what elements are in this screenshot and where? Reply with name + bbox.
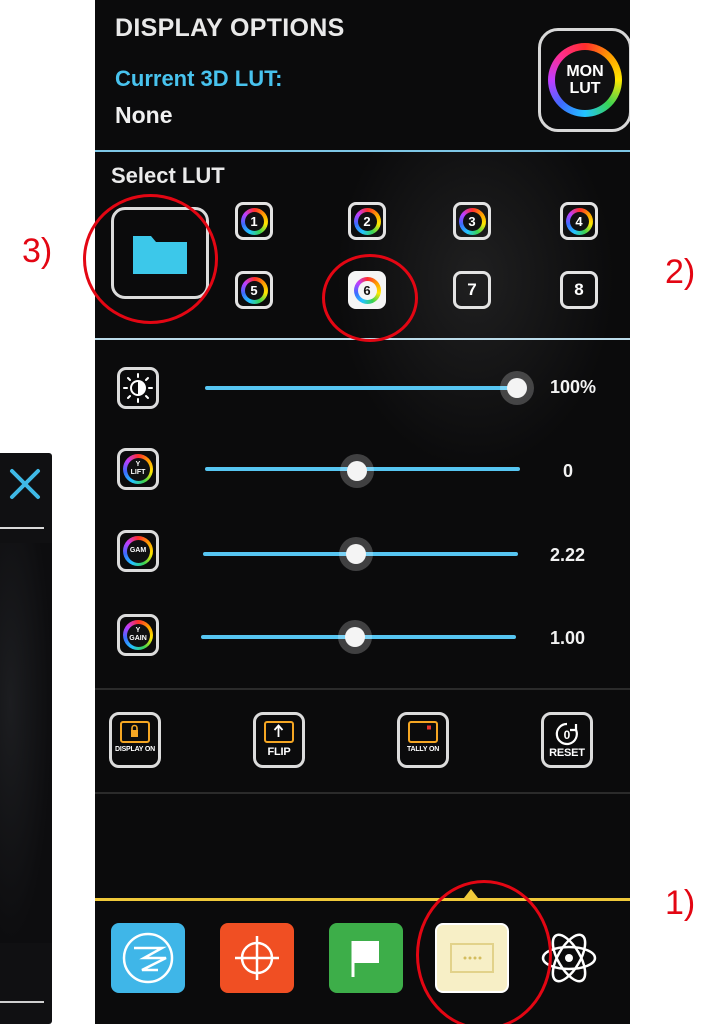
brightness-icon xyxy=(117,367,159,409)
icon-text: GAIN xyxy=(129,635,147,642)
lut-slot-7[interactable]: 7 xyxy=(453,271,491,309)
select-lut-label: Select LUT xyxy=(111,163,225,188)
annotation-label-1: 1) xyxy=(665,884,696,922)
icon-text: GAM xyxy=(129,547,147,554)
y-gain-value: 1.00 xyxy=(550,628,586,648)
panel-divider xyxy=(0,527,44,529)
crosshair-icon xyxy=(235,936,279,980)
y-lift-value: 0 xyxy=(563,461,574,481)
lock-display-icon xyxy=(120,721,150,743)
y-gain-icon: Y GAIN xyxy=(117,614,159,656)
annotation-label-2: 2) xyxy=(665,253,696,291)
annotation-circle-display-tab xyxy=(416,880,552,1024)
display-on-label: DISPLAY ON xyxy=(114,746,155,753)
y-lift-icon: Y LIFT xyxy=(117,448,159,490)
close-icon[interactable] xyxy=(6,465,44,503)
lut-slot-8[interactable]: 8 xyxy=(560,271,598,309)
panel-background xyxy=(0,543,52,943)
icon-text: Y xyxy=(135,461,141,468)
brightness-slider-knob[interactable] xyxy=(500,371,534,405)
lut-slot-4[interactable]: 4 xyxy=(560,202,598,240)
icon-text: LIFT xyxy=(130,469,146,476)
flag-icon xyxy=(351,941,379,977)
color-ring-icon: MON LUT xyxy=(548,43,622,117)
icon-text: Y xyxy=(135,627,141,634)
markers-tab[interactable] xyxy=(329,923,403,993)
header-divider xyxy=(95,150,630,152)
lut-slot-label: 2 xyxy=(357,211,377,231)
annotation-label-3: 3) xyxy=(22,232,53,270)
lut-slot-2[interactable]: 2 xyxy=(348,202,386,240)
adjacent-screen-panel xyxy=(0,453,52,1024)
tally-light-icon xyxy=(408,721,438,743)
lut-slot-label: 1 xyxy=(244,211,264,231)
focus-tab[interactable] xyxy=(220,923,294,993)
reset-icon: 0 xyxy=(554,721,580,747)
tally-on-button[interactable]: TALLY ON xyxy=(397,712,449,768)
reset-label: RESET xyxy=(549,747,585,759)
flip-arrow-icon xyxy=(264,721,294,743)
gamma-icon: GAM xyxy=(117,530,159,572)
brightness-slider-track[interactable] xyxy=(205,386,520,390)
flip-button[interactable]: FLIP xyxy=(253,712,305,768)
gamma-slider-knob[interactable] xyxy=(339,537,373,571)
reset-icon-text: 0 xyxy=(564,728,571,742)
flip-label: FLIP xyxy=(267,746,291,758)
scopes-tab[interactable] xyxy=(111,923,185,993)
lut-slot-label: 3 xyxy=(462,211,482,231)
annotation-circle-folder xyxy=(83,194,218,324)
mon-lut-label-bottom: LUT xyxy=(569,80,601,97)
slider-divider xyxy=(95,688,630,690)
current-lut-label: Current 3D LUT: xyxy=(115,66,283,91)
page-title: DISPLAY OPTIONS xyxy=(115,14,345,42)
annotation-circle-lut-6 xyxy=(322,254,418,342)
mon-lut-label-top: MON xyxy=(566,63,604,80)
lut-slot-5[interactable]: 5 xyxy=(235,271,273,309)
reset-button[interactable]: 0 RESET xyxy=(541,712,593,768)
lut-slot-label: 4 xyxy=(569,211,589,231)
buttons-divider xyxy=(95,792,630,794)
y-gain-slider-knob[interactable] xyxy=(338,620,372,654)
lut-slot-1[interactable]: 1 xyxy=(235,202,273,240)
mon-lut-button[interactable]: MON LUT xyxy=(538,28,630,132)
waveform-icon xyxy=(122,932,174,984)
tally-on-label: TALLY ON xyxy=(406,746,440,753)
brightness-value: 100% xyxy=(550,377,597,397)
gamma-value: 2.22 xyxy=(550,545,586,565)
display-options-screen: DISPLAY OPTIONS Current 3D LUT: None MON… xyxy=(95,0,630,1024)
lut-slot-label: 8 xyxy=(574,280,584,299)
lut-slot-label: 7 xyxy=(467,280,477,299)
y-lift-slider-knob[interactable] xyxy=(340,454,374,488)
panel-divider-bottom xyxy=(0,1001,44,1003)
lut-slot-3[interactable]: 3 xyxy=(453,202,491,240)
current-lut-value: None xyxy=(115,102,173,128)
display-on-button[interactable]: DISPLAY ON xyxy=(109,712,161,768)
tab-bar-line xyxy=(95,898,630,901)
lut-slot-label: 5 xyxy=(244,280,264,300)
